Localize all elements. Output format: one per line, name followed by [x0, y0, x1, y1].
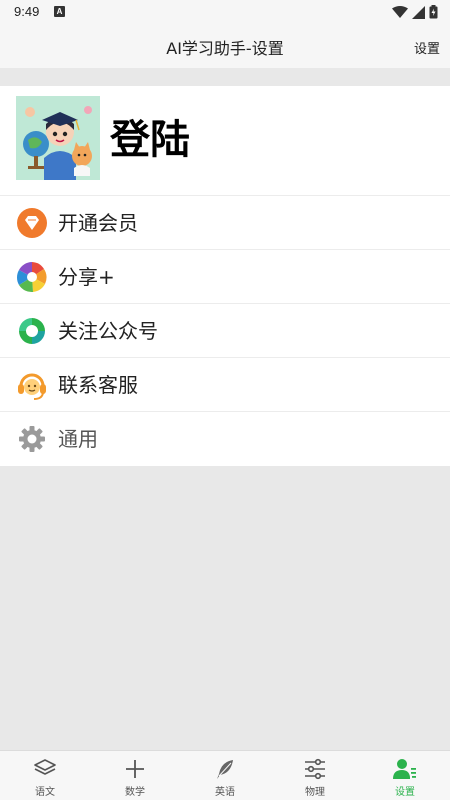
status-bar: 9:49 A	[0, 0, 450, 24]
aperture-icon	[16, 262, 47, 293]
tab-physics[interactable]: 物理	[270, 751, 360, 800]
plus-icon	[126, 760, 144, 778]
feather-icon	[217, 760, 233, 779]
status-time: 9:49	[14, 4, 40, 19]
login-label[interactable]: 登陆	[110, 116, 190, 164]
bottom-tab-bar: 语文 数学 英语 物理 设置	[0, 750, 450, 800]
tab-english[interactable]: 英语	[180, 751, 270, 800]
diamond-icon	[17, 208, 47, 238]
menu-label-general: 通用	[58, 427, 98, 451]
sliders-icon	[305, 758, 325, 780]
tab-label-math: 数学	[125, 787, 145, 798]
menu-item-support[interactable]: 联系客服	[0, 358, 450, 412]
tab-label-physics: 物理	[305, 787, 325, 798]
layers-icon	[34, 759, 56, 775]
tab-chinese[interactable]: 语文	[0, 751, 90, 800]
wechat-mp-icon	[19, 318, 45, 344]
tab-settings[interactable]: 设置	[360, 751, 450, 800]
menu-label-share: 分享+	[58, 265, 115, 289]
profile-card[interactable]: 登陆	[0, 86, 450, 196]
menu-label-follow: 关注公众号	[58, 319, 158, 343]
settings-menu: 开通会员 分享+ 关注公众号 联系客服 通用	[0, 196, 450, 466]
user-settings-icon	[393, 759, 416, 779]
menu-item-follow[interactable]: 关注公众号	[0, 304, 450, 358]
headset-icon	[18, 373, 46, 400]
status-icons	[392, 5, 438, 19]
avatar-image	[16, 96, 100, 180]
page-title: AI学习助手-设置	[166, 39, 284, 58]
notification-icon: A	[54, 6, 65, 17]
menu-label-membership: 开通会员	[58, 211, 138, 235]
menu-label-support: 联系客服	[58, 373, 138, 397]
top-bar: AI学习助手-设置 设置	[0, 24, 450, 68]
tab-math[interactable]: 数学	[90, 751, 180, 800]
tab-label-chinese: 语文	[35, 787, 55, 798]
menu-item-share[interactable]: 分享+	[0, 250, 450, 304]
wifi-icon	[392, 5, 408, 18]
tab-label-english: 英语	[215, 787, 235, 798]
signal-icon	[412, 5, 425, 19]
menu-item-general[interactable]: 通用	[0, 412, 450, 466]
gear-icon	[19, 426, 45, 452]
settings-content: 登陆 开通会员 分享+ 关注公众号 联系客服 通用	[0, 68, 450, 750]
battery-icon	[429, 5, 438, 19]
settings-link[interactable]: 设置	[414, 38, 440, 57]
avatar[interactable]	[16, 96, 100, 180]
menu-item-membership[interactable]: 开通会员	[0, 196, 450, 250]
tab-label-settings: 设置	[395, 787, 415, 798]
